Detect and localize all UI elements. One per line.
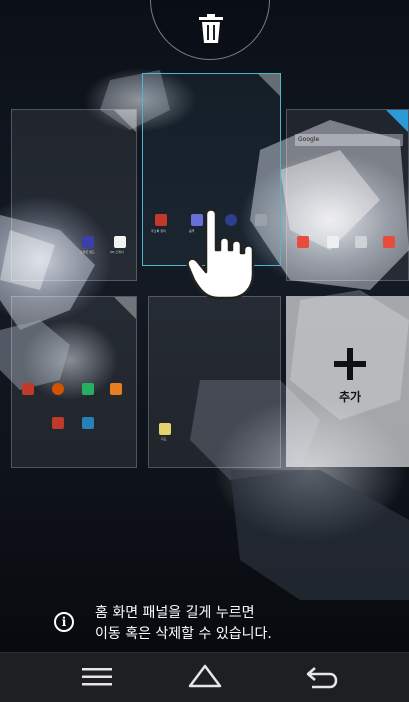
info-icon: i — [54, 612, 74, 632]
message-icon[interactable] — [327, 236, 339, 248]
trash-icon[interactable] — [198, 14, 224, 44]
home-corner — [258, 74, 280, 96]
home-panel-5[interactable]: Google — [286, 109, 409, 281]
smart-world-icon[interactable] — [82, 236, 94, 248]
app-label: QR 스캐너 — [110, 250, 124, 254]
qr-scanner-icon[interactable] — [114, 236, 126, 248]
hint-line-2: 이동 혹은 삭제할 수 있습니다. — [95, 626, 272, 642]
plus-icon[interactable] — [334, 348, 366, 380]
app-label: 스마트 월드 — [80, 250, 95, 254]
add-panel-label: 추가 — [338, 390, 362, 404]
phone-icon[interactable] — [355, 236, 367, 248]
wifi-icon[interactable] — [297, 236, 309, 248]
home-panel-1[interactable]: 스마트 월드 QR 스캐너 — [11, 109, 137, 281]
map-icon[interactable] — [159, 423, 171, 435]
home-panel-2[interactable] — [11, 296, 137, 468]
google-search-bar[interactable]: Google — [295, 134, 403, 146]
hint-line-1: 홈 화면 패널을 길게 누르면 — [95, 605, 255, 621]
add-panel-button[interactable] — [286, 296, 409, 467]
play-store-icon[interactable] — [383, 236, 395, 248]
t-store-icon[interactable] — [52, 417, 64, 429]
app-label: 주소록 정리 — [151, 229, 166, 233]
app-label: 지도 — [161, 437, 167, 441]
useful-app-icon[interactable] — [52, 383, 64, 395]
hand-pointer-icon — [186, 208, 255, 300]
menu-button[interactable] — [62, 652, 132, 702]
home-corner — [114, 297, 136, 319]
back-button[interactable] — [288, 652, 358, 702]
game-icon[interactable] — [82, 383, 94, 395]
basic-app-icon[interactable] — [110, 383, 122, 395]
screen: 스마트 월드 QR 스캐너 주소록 정리 음악 Google 지도 추가 i 홈… — [0, 0, 409, 702]
home-corner — [386, 110, 408, 132]
home-panel-4[interactable]: 지도 — [148, 296, 281, 468]
widget-icon[interactable] — [255, 214, 267, 226]
menu-icon — [82, 668, 112, 686]
help-icon[interactable] — [82, 417, 94, 429]
home-button[interactable] — [170, 652, 240, 702]
contacts-icon[interactable] — [155, 214, 167, 226]
home-icon — [188, 664, 222, 688]
social-app-icon[interactable] — [22, 383, 34, 395]
back-icon — [306, 667, 338, 689]
home-corner — [114, 110, 136, 132]
